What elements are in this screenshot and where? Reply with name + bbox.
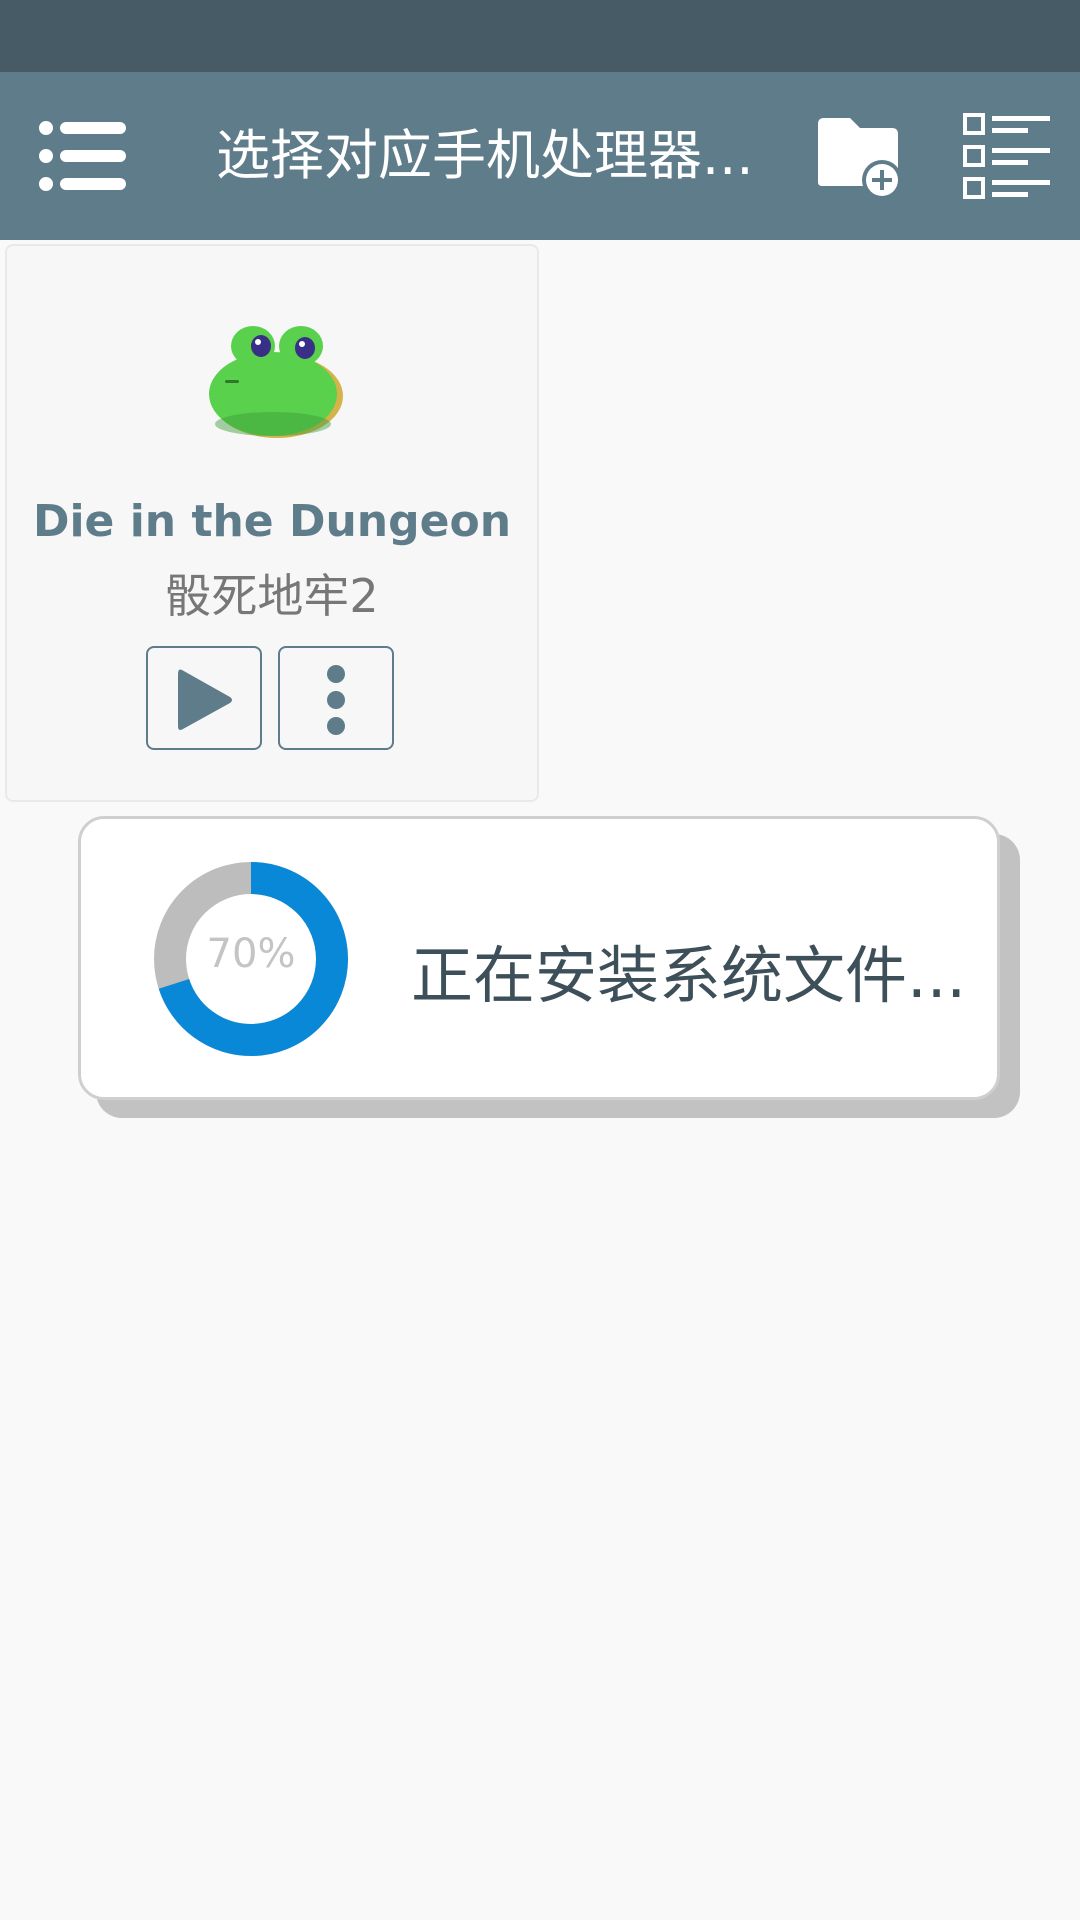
more-options-button[interactable] (278, 646, 394, 750)
game-subtitle: 骰死地牢2 (165, 569, 379, 623)
toolbar-title: 选择对应手机处理器... (216, 124, 754, 187)
install-message: 正在安装系统文件... (411, 939, 967, 1012)
more-vertical-icon (327, 665, 345, 735)
list-grid-icon[interactable] (962, 112, 1054, 202)
frog-icon (195, 316, 355, 446)
menu-icon[interactable] (38, 116, 128, 196)
progress-percent: 70% (206, 931, 296, 977)
status-bar (0, 0, 1080, 72)
game-title: Die in the Dungeon (32, 496, 512, 547)
folder-add-icon[interactable] (816, 116, 916, 202)
toolbar: 选择对应手机处理器... (0, 72, 1080, 240)
play-icon (178, 669, 232, 730)
play-button[interactable] (146, 646, 262, 750)
install-progress-dialog: 70% 正在安装系统文件... (78, 816, 1000, 1100)
game-card[interactable]: Die in the Dungeon 骰死地牢2 (5, 244, 539, 802)
